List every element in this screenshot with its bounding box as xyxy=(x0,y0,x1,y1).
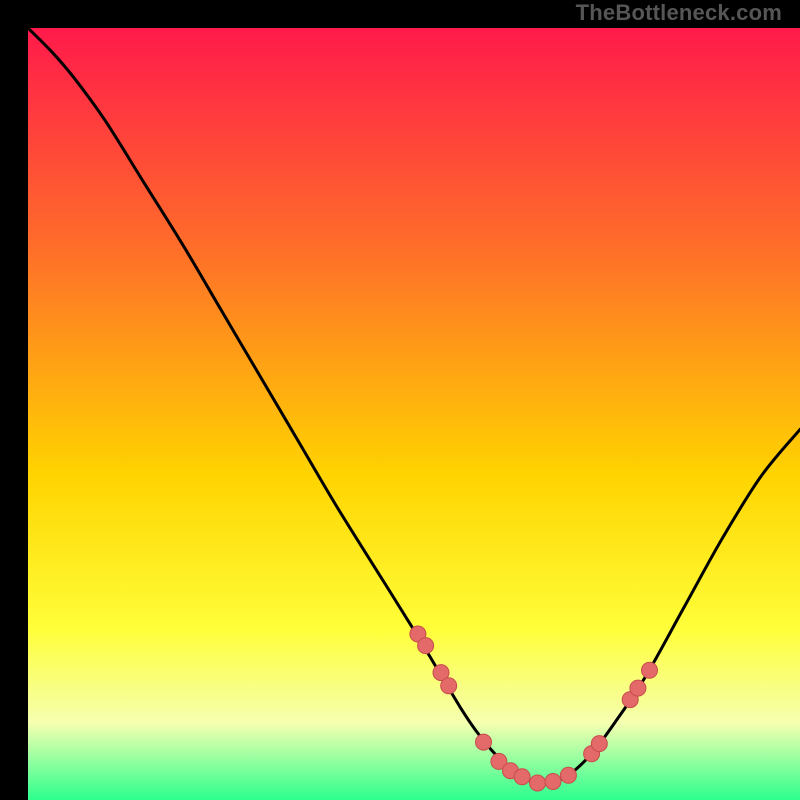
chart-background xyxy=(28,28,800,800)
data-point xyxy=(476,734,492,750)
data-point xyxy=(560,767,576,783)
data-point xyxy=(642,662,658,678)
data-point xyxy=(514,769,530,785)
data-point xyxy=(530,775,546,791)
bottleneck-chart xyxy=(28,28,800,800)
data-point xyxy=(591,736,607,752)
chart-frame xyxy=(14,14,786,786)
data-point xyxy=(418,638,434,654)
data-point xyxy=(441,678,457,694)
data-point xyxy=(630,680,646,696)
data-point xyxy=(545,774,561,790)
watermark-label: TheBottleneck.com xyxy=(576,0,782,26)
